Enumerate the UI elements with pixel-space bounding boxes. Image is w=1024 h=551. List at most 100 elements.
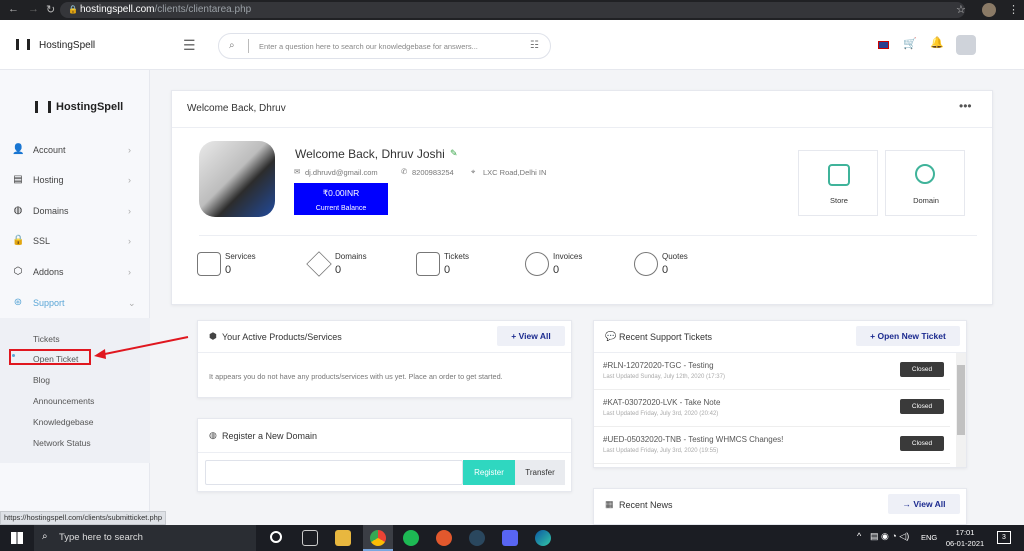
domain-button[interactable]: Domain [885,150,965,216]
scrollbar-thumb[interactable] [957,365,965,435]
browser-toolbar: ← → ↻ 🔒 hostingspell.com/clients/clienta… [0,0,1024,20]
phone-icon: ✆ [401,167,408,176]
money-bag-icon [525,252,549,276]
sidebar-item-hosting[interactable]: ▤ Hosting › [0,165,150,195]
clock-date[interactable]: 06-01-2021 [943,539,987,548]
email-icon: ✉ [294,167,301,176]
email-text: dj.dhruvd@gmail.com [305,168,378,177]
taskbar-search[interactable]: ⌕ Type here to search [34,525,256,551]
taskbar: ⌕ Type here to search ^ ▤ ◉ ◔ ◁) ENG 17:… [0,525,1024,551]
ticket-row[interactable]: #UED-05032020-TNB - Testing WHMCS Change… [594,427,950,464]
back-icon[interactable]: ← [8,3,19,15]
address-text: LXC Road,Delhi IN [483,168,547,177]
transfer-button[interactable]: Transfer [515,460,565,485]
sidebar: HostingSpell 👤 Account › ▤ Hosting › ◍ Domain… [0,70,150,525]
tray-chevron-icon[interactable]: ^ [857,531,861,541]
uk-flag-icon[interactable] [878,41,889,49]
brand-name[interactable]: HostingSpell [39,40,95,51]
chevron-right-icon: › [128,236,131,246]
task-view-icon[interactable] [302,530,318,546]
app-icon[interactable] [436,530,452,546]
chevron-right-icon: › [128,267,131,277]
bell-icon[interactable]: 🔔 [930,36,944,49]
tickets-scrollbar[interactable] [956,353,966,467]
tickets-title: Recent Support Tickets [619,332,713,342]
chrome-icon [370,530,386,546]
submenu-announcements[interactable]: Announcements [33,396,94,406]
recent-news-card: ▦ Recent News → View All [593,488,967,525]
chrome-taskbar-button[interactable] [363,525,393,551]
welcome-header: Welcome Back, Dhruv [187,103,286,114]
notification-icon[interactable]: 3 [997,531,1011,544]
lock-icon: 🔒 [68,5,78,14]
submenu-network-status[interactable]: Network Status [33,438,91,448]
ticket-row[interactable]: #KAT-03072020-LVK - Take Note Last Update… [594,390,950,427]
services-icon [197,252,221,276]
search-divider [248,39,249,53]
status-badge: Closed [900,399,944,414]
tray-network-icons[interactable]: ▤ ◉ ◔ ◁) [870,531,909,542]
status-badge: Closed [900,436,944,451]
active-products-card: ⬢ Your Active Products/Services + View A… [197,320,572,398]
discord-icon[interactable] [502,530,518,546]
submenu-blog[interactable]: Blog [33,375,50,385]
sidebar-item-addons[interactable]: ⬡ Addons › [0,257,150,287]
divider [172,127,992,128]
search-input[interactable]: Enter a question here to search our know… [259,42,478,51]
open-new-ticket-button[interactable]: + Open New Ticket [856,326,960,346]
register-button[interactable]: Register [463,460,515,485]
file-explorer-icon[interactable] [335,530,351,546]
products-title: Your Active Products/Services [222,332,342,342]
menu-dots-icon[interactable]: ⋮ [1008,3,1019,16]
url-path: /clients/clientarea.php [154,4,252,15]
divider [198,452,571,453]
hamburger-icon[interactable]: ☰ [183,37,196,54]
knowledgebase-search[interactable]: ⌕ Enter a question here to search our kn… [218,33,551,59]
bookmark-star-icon[interactable]: ☆ [956,3,966,16]
submenu-knowledgebase[interactable]: Knowledgebase [33,417,94,427]
reload-icon[interactable]: ↻ [46,3,55,16]
submenu-tickets[interactable]: Tickets [33,334,60,344]
domain-input[interactable] [205,460,463,485]
cortana-icon[interactable] [270,531,282,543]
sidebar-item-ssl[interactable]: 🔒 SSL › [0,226,150,256]
store-icon [828,164,850,186]
balance-label: Current Balance [315,205,367,212]
steam-icon[interactable] [469,530,485,546]
sidebar-item-account[interactable]: 👤 Account › [0,135,150,165]
user-avatar[interactable] [956,35,976,55]
profile-avatar-icon[interactable] [982,3,996,17]
comments-icon: 💬 [605,331,617,341]
ticket-icon [416,252,440,276]
edge-icon[interactable] [535,530,551,546]
search-options-icon[interactable]: ☷ [530,40,539,51]
clock-time[interactable]: 17:01 [950,528,980,537]
status-link-bar: https://hostingspell.com/clients/submitt… [0,511,166,525]
address-bar[interactable]: 🔒 hostingspell.com/clients/clientarea.ph… [60,2,965,18]
ticket-row[interactable]: #RLN-12072020-TGC - Testing Last Updated … [594,353,950,390]
search-icon: ⌕ [42,531,48,542]
windows-start-icon[interactable] [11,532,23,544]
more-options-icon[interactable]: ••• [959,99,972,113]
sidebar-item-domains[interactable]: ◍ Domains › [0,196,150,226]
forward-icon[interactable]: → [28,3,39,15]
cart-icon[interactable]: 🛒 [903,37,917,50]
piggy-bank-icon [634,252,658,276]
register-title: Register a New Domain [222,431,318,441]
language-indicator[interactable]: ENG [921,533,937,542]
spotify-icon[interactable] [403,530,419,546]
annotation-highlight-box [9,349,91,365]
edit-icon[interactable]: ✎ [450,148,458,159]
chevron-right-icon: › [128,175,131,185]
chevron-right-icon: › [128,145,131,155]
sidebar-item-support[interactable]: ⊛ Support ⌄ [0,288,150,318]
lifebuoy-icon: ⊛ [13,297,23,308]
divider [198,352,571,353]
brand-logo-icon [16,39,30,50]
newspaper-icon: ▦ [605,499,614,509]
chevron-down-icon: ⌄ [128,298,136,308]
store-button[interactable]: Store [798,150,878,216]
products-view-all-button[interactable]: + View All [497,326,565,346]
news-view-all-button[interactable]: → View All [888,494,960,514]
products-empty-text: It appears you do not have any products/… [209,372,503,381]
